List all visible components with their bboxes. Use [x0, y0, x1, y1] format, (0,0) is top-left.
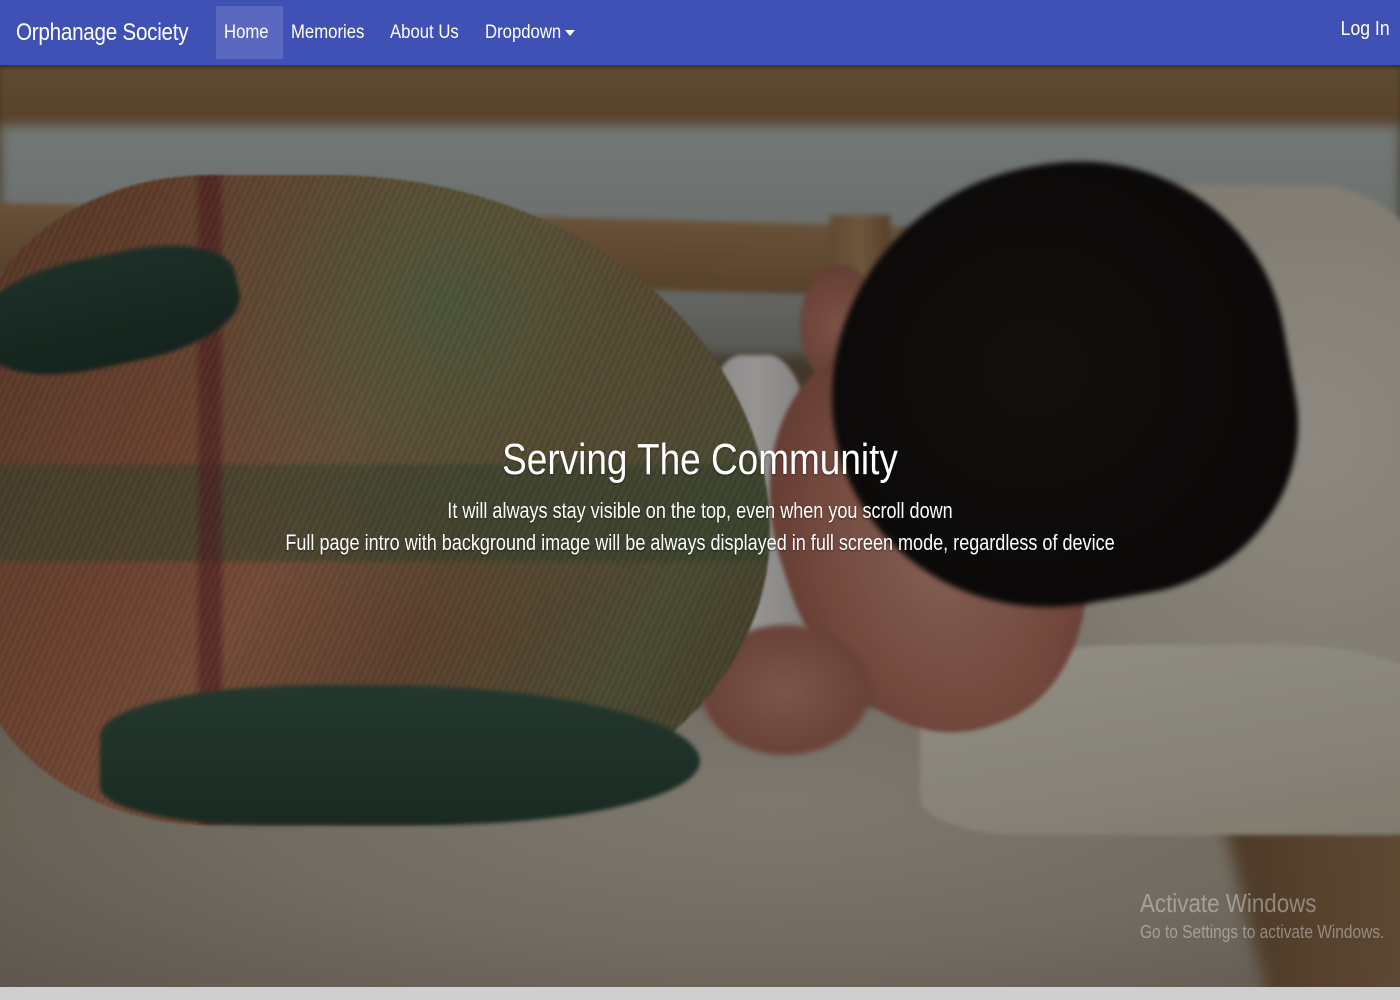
nav-item-dropdown[interactable]: Dropdown: [477, 6, 584, 59]
hero-subtitle-line: It will always stay visible on the top, …: [447, 498, 953, 523]
navbar: Orphanage Society Home Memories About Us…: [0, 0, 1400, 65]
nav-item-label: About Us: [390, 21, 460, 43]
nav-item-memories[interactable]: Memories: [283, 6, 382, 59]
login-label: Log In: [1341, 17, 1390, 40]
watermark-subtitle: Go to Settings to activate Windows.: [1140, 922, 1385, 942]
activate-windows-watermark: Activate Windows Go to Settings to activ…: [1140, 886, 1400, 944]
nav-item-about-us[interactable]: About Us: [382, 6, 476, 59]
watermark-title: Activate Windows: [1140, 888, 1317, 918]
nav-item-home[interactable]: Home: [216, 6, 284, 59]
page: Orphanage Society Home Memories About Us…: [0, 0, 1400, 1000]
nav-item-label: Memories: [291, 21, 365, 43]
brand-logo-text[interactable]: Orphanage Society: [16, 19, 189, 47]
nav-item-label: Dropdown: [484, 21, 561, 43]
caret-down-icon: [565, 29, 576, 36]
hero-text: Serving The Community It will always sta…: [0, 65, 1400, 987]
login-link[interactable]: Log In: [1334, 0, 1390, 58]
hero-section: Serving The Community It will always sta…: [0, 65, 1400, 987]
nav-item-label: Home: [224, 21, 269, 43]
horizontal-scrollbar[interactable]: [0, 987, 1400, 1000]
hero-subtitle-line: Full page intro with background image wi…: [285, 530, 1115, 555]
hero-title: Serving The Community: [502, 435, 898, 484]
nav-links: Home Memories About Us Dropdown: [216, 0, 583, 65]
